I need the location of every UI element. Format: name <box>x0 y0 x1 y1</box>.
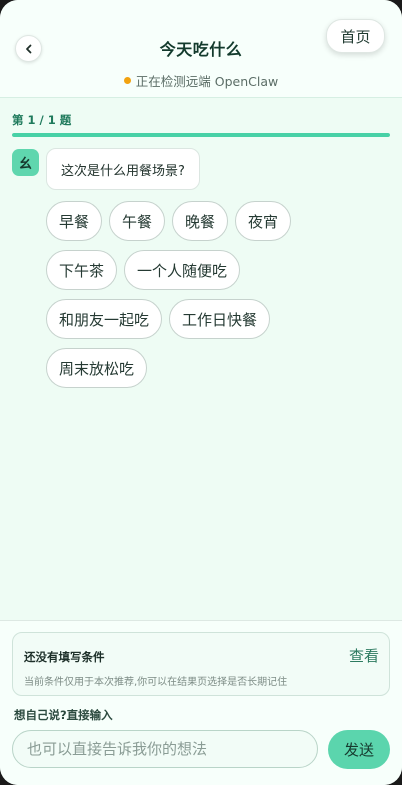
option-row: 和朋友一起吃 工作日快餐 <box>46 299 346 340</box>
option-chip[interactable]: 夜宵 <box>235 201 292 241</box>
question-bubble: 这次是什么用餐场景? <box>46 148 200 190</box>
option-chip[interactable]: 午餐 <box>109 201 166 241</box>
option-chip[interactable]: 和朋友一起吃 <box>46 299 163 339</box>
bot-avatar: 幺 <box>12 149 39 176</box>
header: 今天吃什么 首页 正在检测远端 OpenClaw <box>0 0 402 98</box>
option-chip[interactable]: 工作日快餐 <box>169 299 271 339</box>
send-button[interactable]: 发送 <box>328 730 390 769</box>
progress-bar <box>12 133 390 137</box>
option-row: 下午茶 一个人随便吃 <box>46 250 346 291</box>
option-row: 周末放松吃 <box>46 348 346 389</box>
option-chip[interactable]: 周末放松吃 <box>46 348 148 388</box>
option-chip[interactable]: 早餐 <box>46 201 103 241</box>
conditions-card: 还没有填写条件 当前条件仅用于本次推荐,你可以在结果页选择是否长期记住 查看 <box>12 632 390 696</box>
status-dot-icon <box>123 77 131 84</box>
free-input-label: 想自己说?直接输入 <box>14 708 113 722</box>
option-chip[interactable]: 晚餐 <box>172 201 229 241</box>
option-chip[interactable]: 下午茶 <box>46 250 118 290</box>
status-text: 正在检测远端 OpenClaw <box>135 74 279 89</box>
conditions-title: 还没有填写条件 <box>24 650 105 664</box>
bottom-panel: 还没有填写条件 当前条件仅用于本次推荐,你可以在结果页选择是否长期记住 查看 想… <box>0 620 402 785</box>
progress-bar-fill <box>12 133 390 137</box>
home-button[interactable]: 首页 <box>326 19 385 53</box>
conditions-subtitle: 当前条件仅用于本次推荐,你可以在结果页选择是否长期记住 <box>24 677 288 688</box>
question-progress-label: 第 1 / 1 题 <box>12 113 72 127</box>
option-chips: 早餐 午餐 晚餐 夜宵 下午茶 一个人随便吃 和朋友一起吃 工作日快餐 周末放松吃 <box>46 201 346 397</box>
option-chip[interactable]: 一个人随便吃 <box>124 250 241 290</box>
app-screen: 今天吃什么 首页 正在检测远端 OpenClaw 第 1 / 1 题 幺 这次是… <box>0 0 402 785</box>
free-text-input[interactable] <box>12 730 318 768</box>
connection-status: 正在检测远端 OpenClaw <box>0 71 402 90</box>
option-row: 早餐 午餐 晚餐 夜宵 <box>46 201 346 242</box>
view-conditions-link[interactable]: 查看 <box>349 645 379 666</box>
